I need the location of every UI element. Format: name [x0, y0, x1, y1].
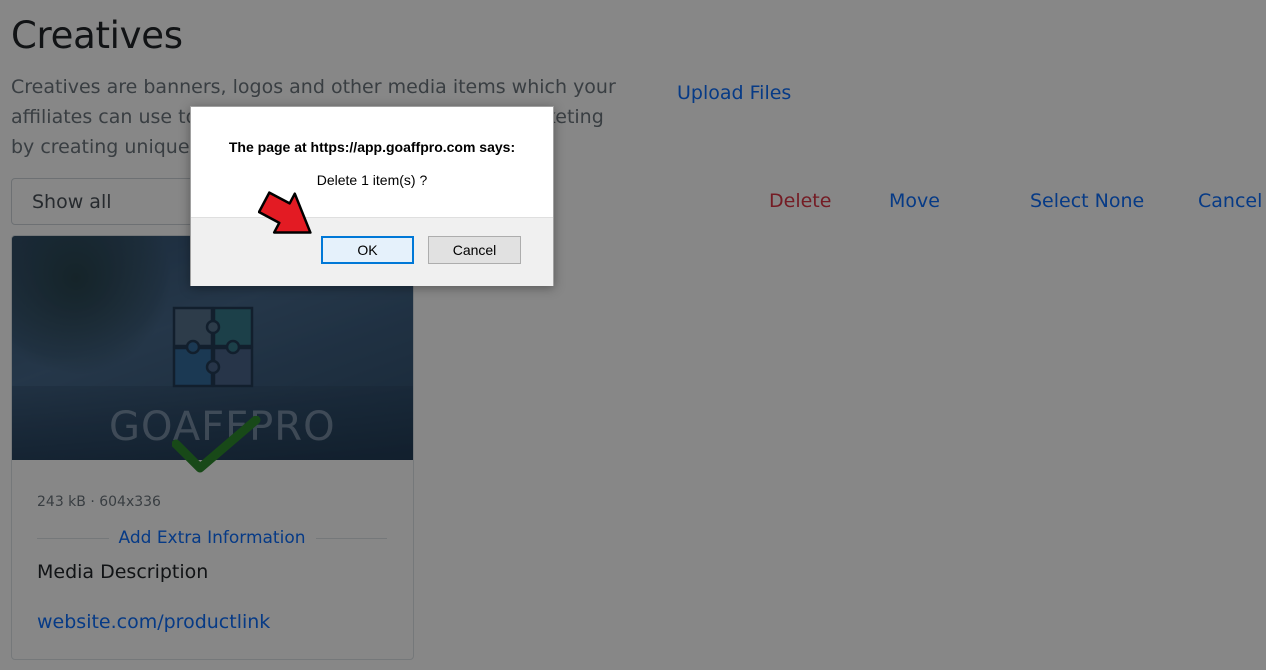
confirm-dialog: The page at https://app.goaffpro.com say…: [190, 106, 554, 286]
dialog-message: Delete 1 item(s) ?: [316, 172, 428, 188]
dialog-footer: OK Cancel: [191, 217, 553, 286]
modal-overlay: [0, 0, 1266, 670]
ok-button[interactable]: OK: [321, 236, 414, 264]
cancel-button[interactable]: Cancel: [428, 236, 521, 264]
dialog-title: The page at https://app.goaffpro.com say…: [228, 139, 516, 155]
red-arrow-icon: [258, 191, 312, 234]
